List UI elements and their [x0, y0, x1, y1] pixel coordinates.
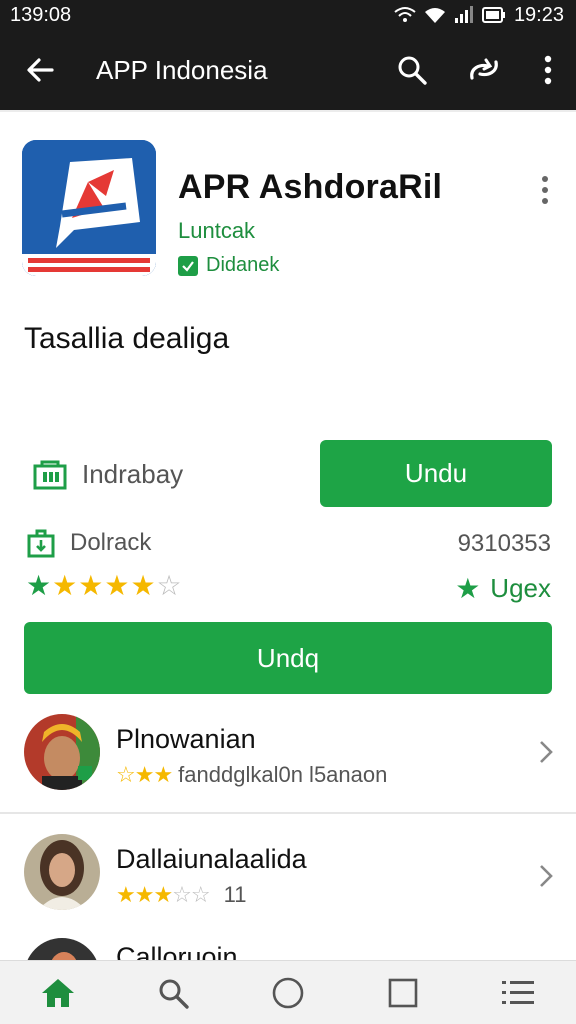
- divider: [0, 812, 576, 814]
- app-tagline: Tasallia dealiga: [24, 322, 230, 355]
- list-item[interactable]: Dallaiunalaalida ★★★☆☆ 11: [0, 824, 576, 924]
- status-icons: 19:23: [394, 4, 564, 27]
- back-arrow-icon: [27, 58, 54, 82]
- nav-search[interactable]: [138, 961, 208, 1024]
- install-button[interactable]: Undu: [320, 440, 552, 507]
- star-empty-icon: ☆: [156, 570, 182, 601]
- more-options-button[interactable]: [520, 30, 576, 110]
- primary-download-button[interactable]: Undq: [24, 622, 552, 694]
- menu-icon: [502, 980, 535, 1004]
- search-icon: [398, 56, 427, 85]
- chevron-right-icon: [540, 865, 553, 887]
- verified-label: Didanek: [206, 254, 280, 276]
- store-icon: [33, 460, 67, 490]
- review-name: Plnowanian: [116, 724, 256, 754]
- app-more-button[interactable]: [530, 170, 560, 210]
- rating-stars: ★ ★ ★ ★ ★ ☆: [26, 572, 182, 600]
- avatar: [24, 834, 100, 910]
- list-item[interactable]: Plnowanian ☆★★ fanddglkal0n l5anaon: [0, 704, 576, 804]
- star-icon: ★: [455, 573, 481, 604]
- review-meta-text: fanddglkal0n l5anaon: [178, 762, 388, 787]
- review-meta-text: 11: [223, 882, 247, 907]
- developer-link[interactable]: Luntcak: [178, 218, 255, 244]
- more-vert-icon: [542, 176, 548, 204]
- app-logo: [22, 140, 156, 276]
- verified-badge: Didanek: [178, 254, 279, 277]
- square-icon: [388, 978, 418, 1007]
- chevron-right-icon: [540, 741, 553, 763]
- review-meta: ★★★☆☆ 11: [116, 882, 246, 908]
- app-name: APR AshdoraRil: [178, 168, 443, 206]
- battery-icon: [481, 7, 505, 23]
- avatar: [24, 714, 100, 790]
- download-count: 9310353: [457, 530, 551, 557]
- app-bar: APP Indonesia: [0, 30, 576, 110]
- star-icon: ★: [104, 570, 130, 601]
- upgrade-label: Ugex: [490, 573, 551, 603]
- star-icon: ★: [78, 570, 104, 601]
- star-rating-icon: ☆★★: [116, 762, 173, 787]
- check-icon: [178, 255, 198, 276]
- nav-square[interactable]: [368, 961, 438, 1024]
- circle-icon: [272, 977, 304, 1008]
- search-icon: [159, 979, 189, 1009]
- review-meta: ☆★★ fanddglkal0n l5anaon: [116, 762, 387, 788]
- review-name: Dallaiunalaalida: [116, 844, 307, 874]
- back-button[interactable]: [0, 30, 80, 110]
- store-label: Indrabay: [82, 458, 184, 489]
- nav-home[interactable]: [23, 961, 93, 1024]
- download-bag-icon: [27, 529, 55, 558]
- more-vert-icon: [544, 55, 552, 85]
- star-icon: ★: [52, 570, 78, 601]
- app-detail-card: APR AshdoraRil Luntcak Didanek Tasallia …: [0, 112, 576, 964]
- store-row: Indrabay: [32, 458, 183, 490]
- bottom-nav: [0, 960, 576, 1024]
- status-time-left: 139:08: [10, 3, 72, 26]
- wifi-icon: [394, 7, 416, 22]
- signal-icon: [454, 6, 473, 23]
- upgrade-link[interactable]: ★ Ugex: [455, 572, 551, 605]
- star-half-icon: ★: [130, 570, 156, 601]
- nav-menu[interactable]: [483, 961, 553, 1024]
- star-rating-icon: ★★★☆☆: [116, 882, 211, 907]
- download-row: Dolrack: [26, 528, 151, 558]
- share-icon: [470, 58, 498, 80]
- status-bar: 139:08 19:23: [0, 0, 576, 30]
- search-button[interactable]: [376, 30, 448, 110]
- download-label: Dolrack: [70, 529, 152, 556]
- app-bar-title: APP Indonesia: [96, 54, 268, 85]
- nav-circle[interactable]: [253, 961, 323, 1024]
- home-icon: [41, 978, 74, 1007]
- share-button[interactable]: [448, 30, 520, 110]
- star-icon: ★: [26, 570, 52, 601]
- status-time-right: 19:23: [513, 3, 564, 26]
- wifi-icon: [424, 8, 445, 23]
